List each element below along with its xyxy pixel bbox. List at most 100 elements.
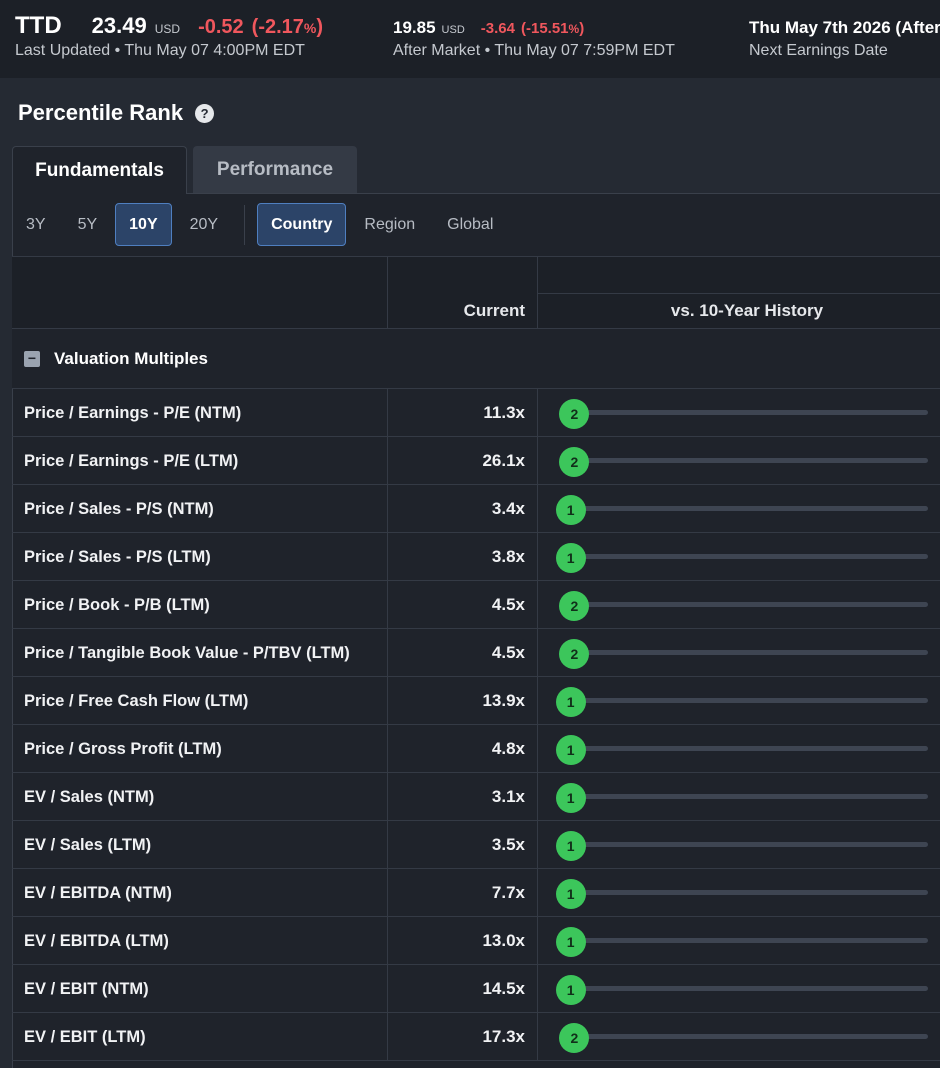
table-row[interactable]: Price / Earnings - P/E (NTM) 11.3x 2	[12, 389, 940, 437]
column-header-current[interactable]: Current	[388, 301, 525, 321]
current-value: 3.1x	[491, 787, 525, 806]
metric-name: Price / Sales - P/S (NTM)	[24, 500, 214, 518]
scope-country-button[interactable]: Country	[257, 203, 347, 246]
percentile-marker[interactable]: 1	[555, 687, 586, 717]
percentile-marker[interactable]: 1	[555, 735, 586, 765]
column-divider	[537, 821, 538, 869]
current-value: 26.1x	[482, 451, 525, 470]
column-header-history: vs. 10-Year History	[670, 301, 824, 320]
period-3y-button[interactable]: 3Y	[12, 203, 60, 246]
help-icon[interactable]: ?	[195, 103, 215, 123]
table-row[interactable]: Price / Earnings - P/E (LTM) 26.1x 2	[12, 437, 940, 485]
filter-divider	[244, 204, 246, 245]
column-divider	[537, 485, 538, 533]
column-divider	[537, 677, 538, 725]
table-row[interactable]: EV / Sales (NTM) 3.1x 1	[12, 773, 940, 821]
percentile-marker[interactable]: 2	[559, 1023, 590, 1053]
column-divider	[537, 869, 538, 917]
column-divider	[537, 1013, 538, 1061]
quote-main: TTD 23.49 USD -0.52 (-2.17%) Last Update…	[15, 12, 323, 60]
current-value: 4.5x	[491, 595, 525, 614]
current-value: 7.7x	[491, 883, 525, 902]
after-market-change: -3.64	[480, 20, 515, 37]
metric-name: EV / Sales (LTM)	[24, 836, 152, 854]
earnings-label: Next Earnings Date	[749, 42, 888, 59]
after-market-change-pct-sign: %	[568, 22, 580, 36]
metric-name: Price / Tangible Book Value - P/TBV (LTM…	[24, 644, 350, 662]
percentile-track	[560, 410, 928, 415]
percentile-marker[interactable]: 1	[555, 783, 586, 813]
percentile-marker[interactable]: 1	[555, 831, 586, 861]
column-divider	[537, 389, 538, 437]
percentile-track	[560, 506, 928, 511]
table-row[interactable]: EV / EBIT (LTM) 17.3x 2	[12, 1013, 940, 1061]
metric-name: Price / Earnings - P/E (NTM)	[24, 404, 242, 422]
table-row[interactable]: EV / EBIT (NTM) 14.5x 1	[12, 965, 940, 1013]
percentile-track	[560, 986, 928, 991]
tab-performance[interactable]: Performance	[193, 146, 357, 193]
tab-fundamentals[interactable]: Fundamentals	[12, 146, 187, 194]
table-row[interactable]: EV / EBITDA (NTM) 7.7x 1	[12, 869, 940, 917]
table-row[interactable]: Price / Free Cash Flow (LTM) 13.9x 1	[12, 677, 940, 725]
table-row[interactable]: Price / Gross Profit (LTM) 4.8x 1	[12, 725, 940, 773]
ticker-symbol[interactable]: TTD	[15, 12, 62, 40]
metric-name: Price / Earnings - P/E (LTM)	[24, 452, 239, 470]
after-market-change-pct-value: (-15.51	[520, 20, 569, 37]
metric-name: Price / Free Cash Flow (LTM)	[24, 692, 249, 710]
price-currency: USD	[154, 22, 181, 36]
metric-name: Price / Gross Profit (LTM)	[24, 740, 222, 758]
column-divider	[537, 725, 538, 773]
group-valuation-multiples[interactable]: − Valuation Multiples	[12, 329, 940, 389]
table-row[interactable]: EV / Sales (LTM) 3.5x 1	[12, 821, 940, 869]
scope-global-button[interactable]: Global	[433, 203, 507, 246]
current-value: 4.5x	[491, 643, 525, 662]
table-body: Price / Earnings - P/E (NTM) 11.3x 2 Price …	[12, 389, 940, 1061]
percentile-marker[interactable]: 1	[555, 495, 586, 525]
quote-header: TTD 23.49 USD -0.52 (-2.17%) Last Update…	[0, 0, 940, 78]
section-title: Percentile Rank ?	[18, 100, 215, 126]
collapse-icon[interactable]: −	[24, 350, 40, 367]
percentile-track	[560, 746, 928, 751]
percentile-marker[interactable]: 2	[559, 447, 590, 477]
table-row[interactable]: Price / Sales - P/S (NTM) 3.4x 1	[12, 485, 940, 533]
percentile-marker[interactable]: 1	[555, 879, 586, 909]
column-divider	[537, 773, 538, 821]
percentile-track	[560, 602, 928, 607]
percentile-marker[interactable]: 2	[559, 639, 590, 669]
scope-region-button[interactable]: Region	[350, 203, 429, 246]
after-market-label: After Market • Thu May 07 7:59PM EDT	[393, 42, 675, 59]
metric-name: EV / EBITDA (LTM)	[24, 932, 169, 950]
table-row[interactable]: Price / Book - P/B (LTM) 4.5x 2	[12, 581, 940, 629]
after-market: 19.85 USD -3.64 (-15.51%) After Market •…	[393, 18, 675, 60]
current-value: 3.4x	[491, 499, 525, 518]
current-value: 4.8x	[491, 739, 525, 758]
percentile-track	[560, 650, 928, 655]
header-divider	[538, 293, 940, 294]
period-5y-button[interactable]: 5Y	[64, 203, 112, 246]
price-change-pct: (-2.17%)	[252, 16, 323, 39]
percentile-table: Current vs. 10-Year History − Valuation …	[12, 256, 940, 1061]
percentile-track	[560, 890, 928, 895]
period-10y-button[interactable]: 10Y	[115, 203, 172, 246]
last-price: 23.49	[91, 13, 147, 38]
percentile-marker[interactable]: 1	[555, 975, 586, 1005]
earnings-date: Thu May 7th 2026 (After	[749, 18, 940, 37]
period-20y-button[interactable]: 20Y	[176, 203, 232, 246]
percentile-track	[560, 1034, 928, 1039]
price-change: -0.52	[198, 16, 244, 38]
percentile-marker[interactable]: 2	[559, 591, 590, 621]
metric-name: Price / Book - P/B (LTM)	[24, 596, 210, 614]
after-market-price: 19.85	[393, 18, 436, 37]
percentile-track	[560, 458, 928, 463]
table-row[interactable]: Price / Tangible Book Value - P/TBV (LTM…	[12, 629, 940, 677]
current-value: 14.5x	[482, 979, 525, 998]
percentile-marker[interactable]: 1	[555, 927, 586, 957]
table-row[interactable]: EV / EBITDA (LTM) 13.0x 1	[12, 917, 940, 965]
after-market-change-pct-close: )	[579, 20, 585, 37]
percentile-marker[interactable]: 1	[555, 543, 586, 573]
metric-name: EV / EBIT (LTM)	[24, 1028, 146, 1046]
table-row[interactable]: Price / Sales - P/S (LTM) 3.8x 1	[12, 533, 940, 581]
metric-name: Price / Sales - P/S (LTM)	[24, 548, 211, 566]
percentile-marker[interactable]: 2	[559, 399, 590, 429]
current-value: 13.9x	[482, 691, 525, 710]
